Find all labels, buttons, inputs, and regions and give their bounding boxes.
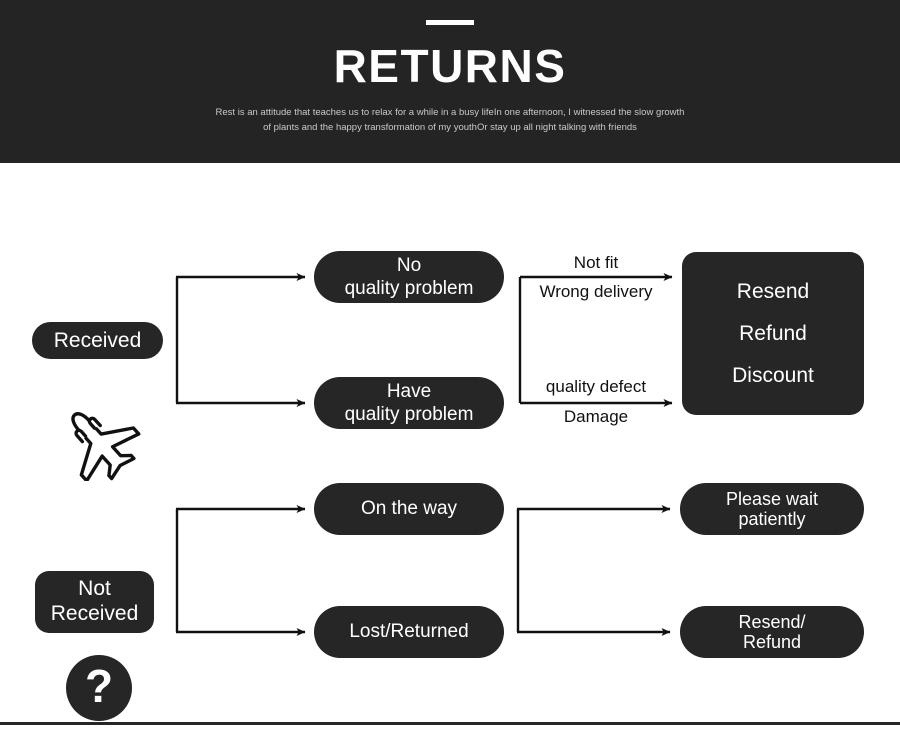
outcome-line-2: Refund <box>742 632 802 652</box>
page-subtitle: Rest is an attitude that teaches us to r… <box>215 107 685 133</box>
status-label-line-1: Not <box>78 577 111 601</box>
status-label-line-2: Received <box>50 602 139 625</box>
page-header: RETURNS Rest is an attitude that teaches… <box>0 0 900 163</box>
outcome-node-resend-refund-discount[interactable]: Resend Refund Discount <box>682 252 864 415</box>
footer-divider <box>0 722 900 725</box>
outcome-node-please-wait-patiently[interactable]: Please wait patiently <box>680 483 864 535</box>
outcome-line-refund: Refund <box>739 321 807 345</box>
status-node-not-received[interactable]: Not Received <box>35 571 154 633</box>
outcome-node-resend-refund[interactable]: Resend/ Refund <box>680 606 864 658</box>
connector-not-received-branch <box>175 505 306 636</box>
outcome-line-1: Resend/ <box>738 611 806 632</box>
condition-line-1: Have <box>386 380 432 402</box>
connector-status-to-outcome <box>516 505 671 636</box>
airplane-icon <box>55 401 141 486</box>
connector-received-branch <box>175 273 306 407</box>
condition-node-have-quality-problem[interactable]: Have quality problem <box>314 377 504 429</box>
condition-line-2: quality problem <box>344 278 474 299</box>
outcome-line-2: patiently <box>738 509 806 529</box>
outcome-line-resend: Resend <box>736 279 810 303</box>
condition-line-1: No <box>396 254 422 276</box>
question-mark-icon: ? <box>66 655 132 721</box>
page-title: RETURNS <box>333 40 567 92</box>
condition-node-on-the-way[interactable]: On the way <box>314 483 504 535</box>
status-label-received: Received <box>53 328 142 352</box>
condition-line-1: Lost/Returned <box>349 621 469 643</box>
outcome-line-1: Please wait <box>725 488 819 509</box>
condition-line-1: On the way <box>360 498 458 520</box>
edge-label-damage: Damage <box>563 407 629 426</box>
condition-node-lost-returned[interactable]: Lost/Returned <box>314 606 504 658</box>
returns-flowchart: Received No quality problem Have quality… <box>0 163 900 729</box>
condition-node-no-quality-problem[interactable]: No quality problem <box>314 251 504 303</box>
edge-label-wrong-delivery: Wrong delivery <box>539 282 653 301</box>
edge-label-not-fit: Not fit <box>573 253 619 272</box>
condition-line-2: quality problem <box>344 404 474 425</box>
header-accent-bar <box>426 20 474 25</box>
outcome-line-discount: Discount <box>732 363 814 387</box>
status-node-received[interactable]: Received <box>32 322 163 359</box>
edge-label-quality-defect: quality defect <box>545 377 647 396</box>
